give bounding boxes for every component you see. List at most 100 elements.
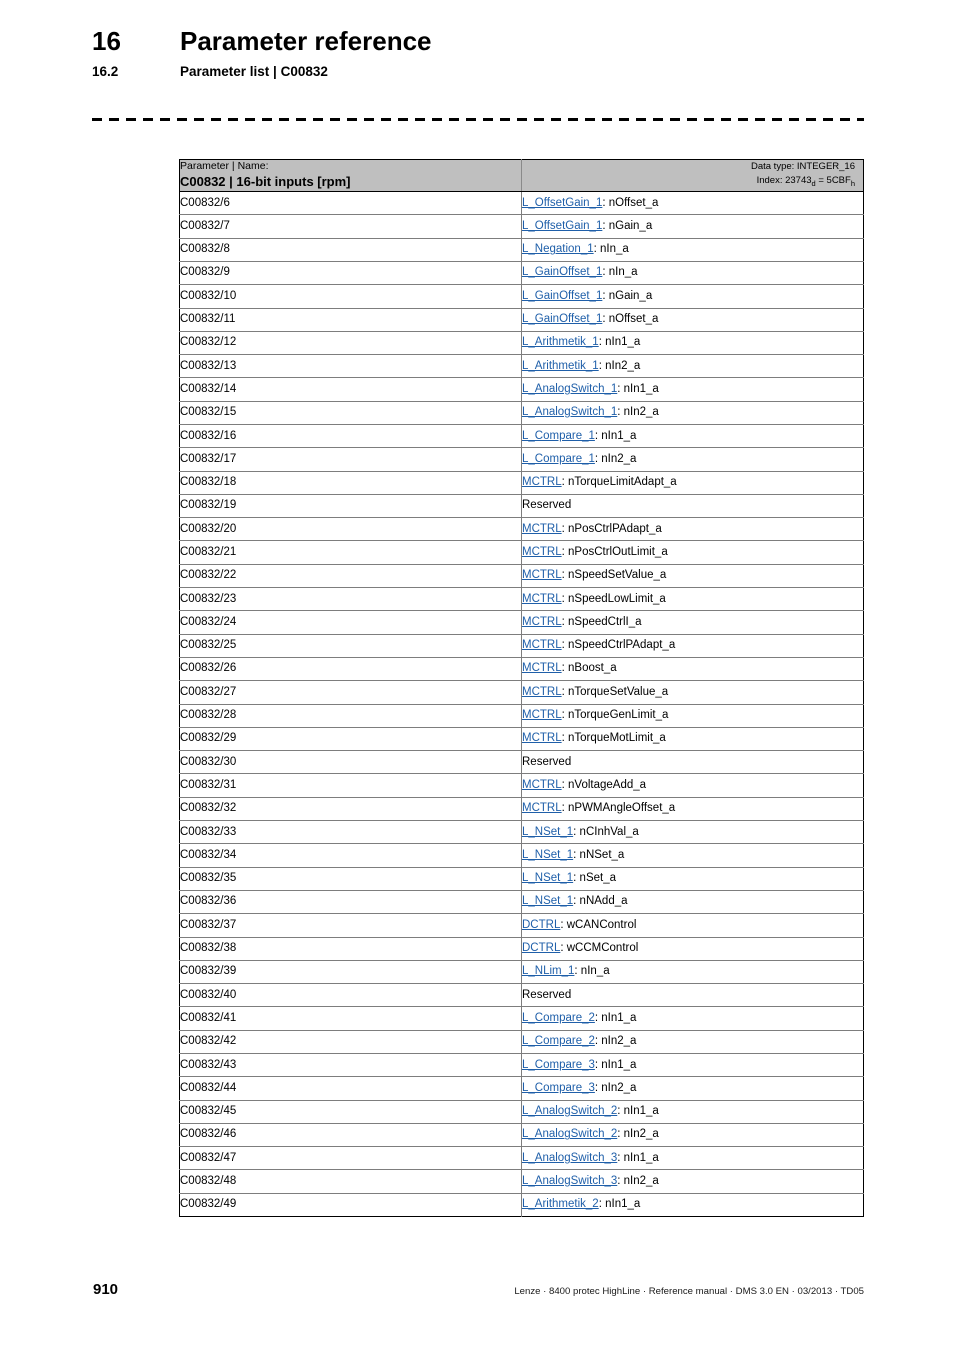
parameter-value-cell: MCTRL: nPWMAngleOffset_a [521,796,864,821]
function-block-link[interactable]: DCTRL [522,919,560,931]
function-block-link[interactable]: MCTRL [522,523,562,535]
parameter-value-cell: MCTRL: nSpeedCtrlPAdapt_a [521,633,864,658]
function-block-link[interactable]: L_GainOffset_1 [522,290,602,302]
function-block-link[interactable]: L_Compare_1 [522,453,595,465]
function-block-link[interactable]: L_NSet_1 [522,826,573,838]
chapter-title: Parameter reference [180,26,432,56]
function-block-link[interactable]: L_Arithmetik_1 [522,336,599,348]
parameter-value-cell: L_NSet_1: nNSet_a [521,843,864,868]
function-block-link[interactable]: L_OffsetGain_1 [522,197,602,209]
table-body: C00832/6 L_OffsetGain_1: nOffset_a C00832/… [179,191,864,1217]
port-name: : nIn1_a [594,1058,637,1071]
parameter-value-cell: L_Arithmetik_1: nIn2_a [521,354,864,378]
parameter-value-cell: L_Compare_3: nIn1_a [521,1052,864,1077]
function-block-link[interactable]: MCTRL [522,476,562,488]
table-row: C00832/27 MCTRL: nTorqueSetValue_a [179,680,864,705]
table-row: C00832/45 L_AnalogSwitch_2: nIn1_a [179,1099,864,1124]
table-row: C00832/22 MCTRL: nSpeedSetValue_a [179,563,864,588]
parameter-value-cell: Reserved [521,983,864,1007]
table-row: C00832/6 L_OffsetGain_1: nOffset_a [179,191,864,215]
function-block-link[interactable]: L_AnalogSwitch_3 [522,1152,617,1164]
port-name: : nPosCtrlOutLimit_a [561,546,668,558]
function-block-link[interactable]: MCTRL [522,779,562,791]
function-block-link[interactable]: L_NSet_1 [522,895,573,907]
function-block-link[interactable]: DCTRL [522,942,560,954]
section-title: Parameter list | C00832 [180,64,328,79]
function-block-link[interactable]: L_Compare_2 [522,1035,595,1047]
port-name: : nIn2_a [594,1035,637,1048]
table-row: C00832/43 L_Compare_3: nIn1_a [179,1052,864,1077]
function-block-link[interactable]: L_NLim_1 [522,965,574,977]
function-block-link[interactable]: MCTRL [522,616,562,628]
parameter-id-cell: C00832/36 [179,889,522,914]
function-block-link[interactable]: L_Compare_2 [522,1012,595,1024]
footer-note: Lenze · 8400 protec HighLine · Reference… [514,1286,864,1297]
function-block-link[interactable]: L_AnalogSwitch_3 [522,1175,617,1187]
function-block-link[interactable]: L_Negation_1 [522,243,594,255]
page-header: 16 Parameter reference 16.2 Parameter li… [92,26,872,79]
parameter-id-cell: C00832/30 [179,750,522,774]
parameter-id-cell: C00832/29 [179,726,522,751]
parameter-value-cell: L_GainOffset_1: nGain_a [521,284,864,308]
parameter-value-cell: DCTRL: wCCMControl [521,936,864,961]
parameter-id-cell: C00832/46 [179,1122,522,1147]
table-row: C00832/34 L_NSet_1: nNSet_a [179,843,864,868]
function-block-link[interactable]: L_Compare_3 [522,1059,595,1071]
function-block-link[interactable]: L_NSet_1 [522,872,573,884]
parameter-id-cell: C00832/22 [179,563,522,588]
parameter-id-cell: C00832/40 [179,983,522,1007]
table-row: C00832/47 L_AnalogSwitch_3: nIn1_a [179,1146,864,1170]
function-block-link[interactable]: L_AnalogSwitch_1 [522,406,617,418]
parameter-value-cell: MCTRL: nTorqueSetValue_a [521,680,864,705]
port-name: : nIn2_a [598,359,641,372]
function-block-link[interactable]: L_NSet_1 [522,849,573,861]
function-block-link[interactable]: MCTRL [522,639,562,651]
function-block-link[interactable]: MCTRL [522,593,562,605]
port-name: : nGain_a [602,289,653,302]
function-block-link[interactable]: MCTRL [522,546,562,558]
function-block-link[interactable]: MCTRL [522,732,562,744]
function-block-link[interactable]: MCTRL [522,686,562,698]
function-block-link[interactable]: MCTRL [522,709,562,721]
chapter-heading: 16 Parameter reference [92,26,872,57]
port-name: : nIn2_a [594,452,637,465]
function-block-link[interactable]: L_Compare_1 [522,430,595,442]
table-row: C00832/49 L_Arithmetik_2: nIn1_a [179,1192,864,1217]
port-name: : nVoltageAdd_a [561,778,647,791]
function-block-link[interactable]: MCTRL [522,569,562,581]
parameter-id-cell: C00832/37 [179,913,522,938]
port-name: : nIn1_a [617,1105,659,1118]
function-block-link[interactable]: MCTRL [522,802,562,814]
parameter-id-cell: C00832/8 [179,237,522,262]
parameter-value-cell: L_Negation_1: nIn_a [521,237,864,262]
function-block-link[interactable]: L_OffsetGain_1 [522,220,602,232]
parameter-id-cell: C00832/33 [179,820,522,844]
parameter-value-cell: L_AnalogSwitch_3: nIn1_a [521,1146,864,1170]
function-block-link[interactable]: L_Arithmetik_2 [522,1198,599,1210]
port-name: : nNSet_a [573,848,625,861]
function-block-link[interactable]: MCTRL [522,662,562,674]
function-block-link[interactable]: L_AnalogSwitch_1 [522,383,617,395]
function-block-link[interactable]: L_Compare_3 [522,1082,595,1094]
port-name: : nSpeedCtrlPAdapt_a [561,639,676,652]
parameter-value-cell: L_AnalogSwitch_2: nIn2_a [521,1122,864,1147]
function-block-link[interactable]: L_Arithmetik_1 [522,360,599,372]
function-block-link[interactable]: L_GainOffset_1 [522,313,602,325]
function-block-link[interactable]: L_AnalogSwitch_2 [522,1105,617,1117]
parameter-value-cell: L_Compare_3: nIn2_a [521,1076,864,1101]
function-block-link[interactable]: L_AnalogSwitch_2 [522,1128,617,1140]
table-row: C00832/8 L_Negation_1: nIn_a [179,237,864,262]
table-row: C00832/29 MCTRL: nTorqueMotLimit_a [179,726,864,751]
parameter-id-cell: C00832/17 [179,447,522,472]
parameter-id-cell: C00832/16 [179,423,522,448]
function-block-link[interactable]: L_GainOffset_1 [522,266,602,278]
parameter-value-cell: L_GainOffset_1: nIn_a [521,260,864,285]
table-row: C00832/36 L_NSet_1: nNAdd_a [179,889,864,914]
parameter-value-cell: L_AnalogSwitch_3: nIn2_a [521,1169,864,1194]
port-name: : nTorqueSetValue_a [561,685,669,698]
port-name: : nTorqueLimitAdapt_a [561,476,677,489]
parameter-id-cell: C00832/32 [179,796,522,821]
parameter-value-cell: MCTRL: nTorqueMotLimit_a [521,726,864,751]
parameter-id-cell: C00832/11 [179,307,522,332]
table-row: C00832/19 Reserved [179,493,864,518]
